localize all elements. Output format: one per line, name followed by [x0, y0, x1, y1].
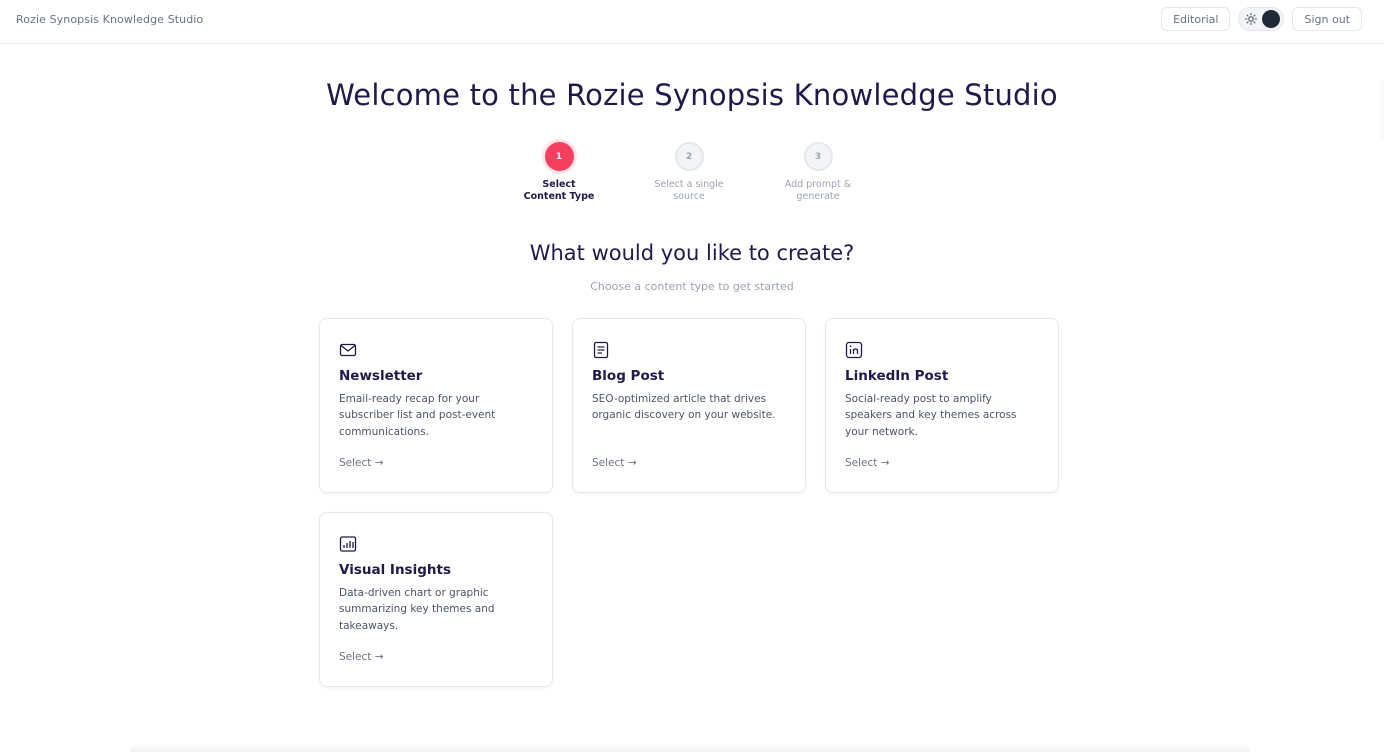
card-title: Blog Post: [592, 368, 665, 384]
sign-out-button[interactable]: Sign out: [1292, 7, 1362, 31]
card-select-link[interactable]: Select →: [339, 457, 384, 469]
card-newsletter[interactable]: Newsletter Email-ready recap for your su…: [319, 318, 553, 493]
right-edge-shadow: [1378, 80, 1384, 140]
sun-icon: [1245, 12, 1258, 26]
step-label-1: Select Content Type: [523, 179, 595, 202]
card-description: Email-ready recap for your subscriber li…: [339, 393, 496, 438]
card-description: SEO-optimized article that drives organi…: [592, 393, 776, 422]
step-number-1: 1: [544, 142, 574, 171]
header-actions: Editorial Sign out: [1161, 7, 1362, 31]
card-blog-post[interactable]: Blog Post SEO-optimized article that dri…: [572, 318, 806, 493]
page-title: Welcome to the Rozie Synopsis Knowledge …: [326, 78, 1058, 112]
toggle-knob: [1262, 10, 1281, 28]
mail-icon: [339, 343, 357, 357]
card-linkedin-post[interactable]: LinkedIn Post Social-ready post to ampli…: [825, 318, 1059, 493]
card-title: Visual Insights: [339, 562, 451, 578]
step-add-prompt: 3 Add prompt & generate: [763, 142, 873, 203]
document-icon: [593, 341, 609, 359]
section-caption: Choose a content type to get started: [590, 280, 794, 293]
section-title: What would you like to create?: [529, 241, 855, 265]
card-description: Data-driven chart or graphic summarizing…: [339, 587, 495, 632]
editorial-button[interactable]: Editorial: [1161, 7, 1231, 31]
card-description: Social-ready post to amplify speakers an…: [845, 393, 1017, 438]
card-select-link[interactable]: Select →: [592, 457, 637, 469]
step-select-content-type: 1 Select Content Type: [504, 142, 614, 203]
step-number-3: 3: [803, 142, 833, 171]
card-visual-insights[interactable]: Visual Insights Data-driven chart or gra…: [319, 512, 553, 687]
bar-chart-icon: [339, 536, 357, 552]
step-number-2: 2: [674, 142, 704, 171]
linkedin-icon: [845, 341, 863, 359]
bottom-panel-shadow: [130, 742, 1250, 752]
app-title[interactable]: Rozie Synopsis Knowledge Studio: [16, 13, 203, 26]
card-title: Newsletter: [339, 368, 423, 384]
top-bar: Rozie Synopsis Knowledge Studio Editoria…: [0, 0, 1384, 44]
step-label-2: Select a single source: [654, 179, 724, 202]
card-select-link[interactable]: Select →: [845, 457, 890, 469]
card-select-link[interactable]: Select →: [339, 651, 384, 663]
card-title: LinkedIn Post: [845, 368, 949, 384]
theme-toggle[interactable]: [1238, 7, 1285, 31]
step-label-3: Add prompt & generate: [784, 179, 852, 202]
step-select-source: 2 Select a single source: [634, 142, 744, 203]
